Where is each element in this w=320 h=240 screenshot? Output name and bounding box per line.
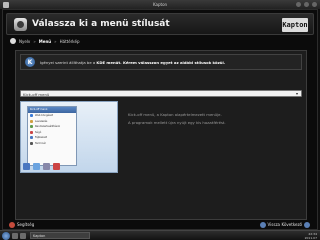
arrow-right-icon bbox=[304, 221, 310, 228]
description-line: Kick-off menü, a Kapton alapértelmezett … bbox=[128, 112, 222, 117]
taskbar-task-kapton[interactable]: Kapton bbox=[30, 232, 90, 239]
step-icon bbox=[10, 38, 16, 44]
window-titlebar[interactable]: Kapton bbox=[0, 0, 320, 9]
preview-app-icon bbox=[30, 136, 33, 140]
breadcrumb-item-language[interactable]: Nyelv bbox=[19, 39, 30, 44]
kde-menu-icon[interactable] bbox=[2, 231, 10, 240]
maximize-button[interactable] bbox=[304, 2, 309, 7]
wizard-window: Válassza ki a menü stílusát Kapton Nyelv… bbox=[2, 9, 318, 230]
clock[interactable]: 22:34 2011.07 bbox=[305, 232, 317, 240]
breadcrumb-separator: » bbox=[54, 38, 57, 44]
page-header: Válassza ki a menü stílusát Kapton bbox=[6, 13, 314, 35]
menu-style-value: Kick-off menü bbox=[23, 92, 50, 97]
preview-menu-window: Kick-off menü Web böngésző Levelezés Rends… bbox=[27, 106, 77, 166]
preview-tab-icon bbox=[53, 163, 60, 170]
help-button[interactable]: Segítség bbox=[9, 221, 34, 228]
preview-app-icon bbox=[30, 119, 33, 123]
desktop-icon[interactable] bbox=[12, 232, 18, 239]
info-text: Igényei szerint állíthatja be a KDE menü… bbox=[40, 59, 226, 65]
wizard-nav-bar: Segítség Vissza Következő bbox=[6, 220, 314, 229]
back-button[interactable]: Vissza bbox=[259, 221, 280, 228]
preview-tab-icon bbox=[43, 163, 50, 170]
preview-tab-icon bbox=[33, 163, 40, 170]
help-icon bbox=[9, 221, 15, 228]
preview-tab-icon bbox=[23, 163, 30, 170]
preview-menu-row: Terminál bbox=[28, 141, 76, 147]
file-manager-icon[interactable] bbox=[20, 232, 26, 239]
close-button[interactable] bbox=[312, 2, 317, 7]
settings-icon bbox=[14, 18, 27, 31]
description-line: A programok mellett újra nyújt egy kis h… bbox=[128, 119, 226, 125]
minimize-button[interactable] bbox=[296, 2, 301, 7]
chevron-down-icon[interactable]: ▾ bbox=[294, 91, 300, 96]
preview-app-icon bbox=[30, 125, 33, 129]
arrow-left-icon bbox=[259, 221, 266, 228]
brand-logo: Kapton bbox=[282, 18, 308, 32]
taskbar: Kapton 22:34 2011.07 bbox=[0, 230, 320, 240]
breadcrumb-separator: » bbox=[33, 38, 36, 44]
preview-app-icon bbox=[30, 114, 33, 118]
preview-menu-footer bbox=[23, 163, 60, 170]
content-panel: K Igényei szerint állíthatja be a KDE me… bbox=[15, 50, 307, 220]
menu-description: Kick-off menü, a Kapton alapértelmezett … bbox=[128, 111, 298, 126]
menu-preview-image: Kick-off menü Web böngésző Levelezés Rends… bbox=[20, 101, 118, 173]
menu-style-select[interactable]: Kick-off menü ▾ bbox=[20, 90, 302, 97]
info-box: K Igényei szerint állíthatja be a KDE me… bbox=[20, 54, 302, 70]
breadcrumb-item-wallpaper[interactable]: Háttérkép bbox=[60, 39, 80, 44]
preview-app-icon bbox=[30, 141, 33, 145]
page-title: Válassza ki a menü stílusát bbox=[32, 19, 170, 29]
window-title: Kapton bbox=[152, 2, 168, 7]
breadcrumb-item-menu[interactable]: Menü bbox=[39, 39, 51, 44]
breadcrumb: Nyelv » Menü » Háttérkép bbox=[10, 38, 79, 44]
preview-app-icon bbox=[30, 130, 33, 134]
kde-icon: K bbox=[25, 57, 35, 67]
next-button[interactable]: Következő bbox=[282, 221, 310, 228]
